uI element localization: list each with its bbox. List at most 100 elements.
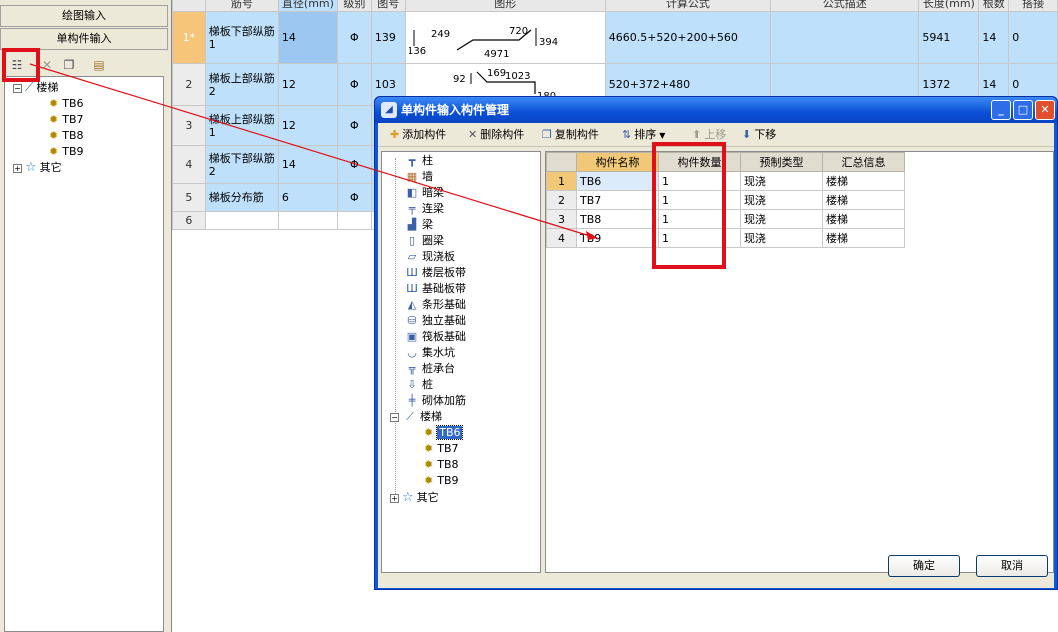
grade-cell[interactable]: [336, 211, 372, 230]
ok-button[interactable]: 确定: [888, 555, 960, 577]
tree-node-tb8[interactable]: ✹ TB8: [49, 128, 83, 143]
minimize-button[interactable]: _: [991, 100, 1011, 120]
dialog-title-bar[interactable]: ◢ 单构件输入构件管理 _ □ ✕: [375, 97, 1057, 123]
tree-item-tb6[interactable]: ✹ TB6: [424, 425, 464, 441]
tree-item-other[interactable]: + ☆ 其它: [390, 490, 439, 506]
tree-item-stairs[interactable]: − ⟋ 楼梯: [390, 409, 442, 425]
tree-item-isolated-foundation[interactable]: ⛁ 独立基础: [404, 313, 466, 329]
add-component-button[interactable]: ✚ 添加构件: [390, 127, 446, 143]
tree-item-raft-foundation[interactable]: ▣ 筏板基础: [404, 329, 466, 345]
row-number[interactable]: 5: [172, 183, 206, 212]
move-up-button[interactable]: ⬆ 上移: [692, 127, 726, 143]
bar-name-cell[interactable]: 梯板分布筋: [204, 183, 279, 212]
tree-item-hidden-beam[interactable]: ◧ 暗梁: [404, 185, 444, 201]
type-cell[interactable]: 现浇: [740, 171, 823, 191]
diameter-cell[interactable]: 14: [277, 145, 338, 184]
col-header-summary[interactable]: 汇总信息: [822, 152, 905, 172]
tree-item-tb7[interactable]: ✹ TB7: [424, 441, 458, 457]
diameter-cell[interactable]: 6: [277, 183, 338, 212]
name-cell[interactable]: TB8: [576, 209, 659, 229]
type-cell[interactable]: 现浇: [740, 190, 823, 210]
summary-cell[interactable]: 楼梯: [822, 209, 905, 229]
tree-item-cast-slab[interactable]: ▱ 现浇板: [404, 249, 455, 265]
delete-component-button[interactable]: ✕ 删除构件: [468, 127, 524, 143]
tree-item-wall[interactable]: ▦ 墙: [404, 169, 433, 185]
type-cell[interactable]: 现浇: [740, 228, 823, 248]
tab-single-component-input[interactable]: 单构件输入: [0, 28, 168, 50]
tree-item-masonry-rebar[interactable]: ╪ 砌体加筋: [404, 393, 466, 409]
diameter-cell[interactable]: [277, 211, 338, 230]
bar-name-cell[interactable]: 梯板上部纵筋1: [204, 105, 279, 146]
figure-number-cell[interactable]: 139: [370, 11, 406, 64]
tree-node-stairs[interactable]: − ⟋ 楼梯: [13, 80, 58, 95]
tree-item-pile-cap[interactable]: ╦ 桩承台: [404, 361, 455, 377]
tab-draw-input[interactable]: 绘图输入: [0, 5, 168, 27]
copy-icon[interactable]: ❐: [60, 56, 78, 74]
tree-item-strip-foundation[interactable]: ◭ 条形基础: [404, 297, 466, 313]
length-cell[interactable]: 5941: [918, 11, 980, 64]
tree-node-tb7[interactable]: ✹ TB7: [49, 112, 83, 127]
lap-cell[interactable]: 0: [1008, 11, 1058, 64]
grade-cell[interactable]: Φ: [336, 105, 372, 146]
summary-cell[interactable]: 楼梯: [822, 190, 905, 210]
formula-cell[interactable]: 4660.5+520+200+560: [604, 11, 772, 64]
cancel-button[interactable]: 取消: [976, 555, 1048, 577]
row-number[interactable]: 2: [546, 190, 577, 210]
grade-cell[interactable]: Φ: [336, 183, 372, 212]
count-cell[interactable]: 14: [978, 11, 1010, 64]
name-cell[interactable]: TB9: [576, 228, 659, 248]
row-number[interactable]: 1: [546, 171, 577, 191]
sort-button[interactable]: ⇅ 排序 ▼: [622, 127, 665, 143]
shape-cell[interactable]: 136 249 720 394 4971: [404, 11, 606, 64]
row-number[interactable]: 6: [172, 211, 206, 230]
row-number[interactable]: 3: [546, 209, 577, 229]
row-number[interactable]: 1*: [172, 11, 206, 64]
tree-item-sump-pit[interactable]: ◡ 集水坑: [404, 345, 455, 361]
row-number[interactable]: 3: [172, 105, 206, 146]
row-number[interactable]: 4: [546, 228, 577, 248]
bar-name-cell[interactable]: 梯板下部纵筋1: [204, 11, 279, 64]
tree-item-column[interactable]: ┳ 柱: [404, 153, 433, 169]
row-number[interactable]: 2: [172, 63, 206, 106]
grade-cell[interactable]: Φ: [336, 145, 372, 184]
bar-name-cell[interactable]: 梯板上部纵筋2: [204, 63, 279, 106]
collapse-icon[interactable]: −: [390, 412, 399, 422]
grade-cell[interactable]: Φ: [336, 11, 372, 64]
collapse-icon[interactable]: −: [13, 83, 22, 93]
tree-item-beam[interactable]: ▟ 梁: [404, 217, 433, 233]
row-number[interactable]: 4: [172, 145, 206, 184]
diameter-cell[interactable]: 12: [277, 105, 338, 146]
description-cell[interactable]: [770, 11, 920, 64]
close-button[interactable]: ✕: [1035, 100, 1055, 120]
name-cell[interactable]: TB6: [576, 171, 659, 191]
tree-item-pile[interactable]: ⇩ 桩: [404, 377, 433, 393]
bar-name-cell[interactable]: 梯板下部纵筋2: [204, 145, 279, 184]
col-header-name[interactable]: 构件名称: [576, 152, 659, 172]
maximize-button[interactable]: □: [1013, 100, 1033, 120]
move-down-button[interactable]: ⬇ 下移: [742, 127, 776, 143]
delete-icon[interactable]: ✕: [38, 56, 56, 74]
copy-component-button[interactable]: ❐ 复制构件: [542, 127, 599, 143]
expand-icon[interactable]: +: [390, 493, 399, 503]
summary-cell[interactable]: 楼梯: [822, 228, 905, 248]
type-cell[interactable]: 现浇: [740, 209, 823, 229]
diameter-cell[interactable]: 12: [277, 63, 338, 106]
tree-item-tb9[interactable]: ✹ TB9: [424, 473, 458, 489]
grade-cell[interactable]: Φ: [336, 63, 372, 106]
tree-item-ring-beam[interactable]: ▯ 圈梁: [404, 233, 444, 249]
summary-cell[interactable]: 楼梯: [822, 171, 905, 191]
diameter-cell[interactable]: 14: [277, 11, 338, 64]
tree-node-other[interactable]: + ☆ 其它: [13, 160, 62, 175]
name-cell[interactable]: TB7: [576, 190, 659, 210]
col-header-type[interactable]: 预制类型: [740, 152, 823, 172]
tree-node-tb6[interactable]: ✹ TB6: [49, 96, 83, 111]
expand-icon[interactable]: +: [13, 163, 22, 173]
table-row[interactable]: 1* 梯板下部纵筋1 14 Φ 139 136 249 720 394 4971: [172, 11, 1058, 64]
bar-name-cell[interactable]: [204, 211, 279, 230]
tree-item-floor-band[interactable]: Ш 楼层板带: [404, 265, 466, 281]
tree-item-foundation-band[interactable]: Ш 基础板带: [404, 281, 466, 297]
paste-icon[interactable]: ▤: [90, 56, 108, 74]
tree-item-tb8[interactable]: ✹ TB8: [424, 457, 458, 473]
tree-node-tb9[interactable]: ✹ TB9: [49, 144, 83, 159]
tree-item-coupling-beam[interactable]: ╤ 连梁: [404, 201, 444, 217]
